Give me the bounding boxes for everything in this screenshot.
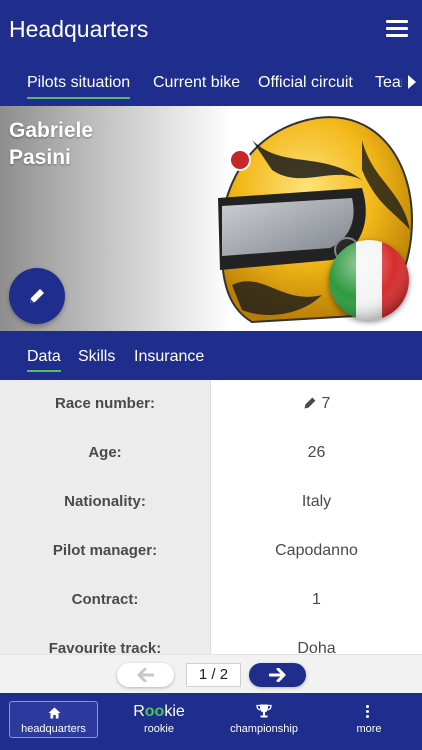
row-value: 26	[211, 429, 422, 478]
tab-current-bike[interactable]: Current bike	[153, 74, 240, 92]
nav-label: rookie	[144, 723, 174, 735]
row-label: Favourite track:	[0, 625, 211, 654]
race-number: 7	[321, 395, 331, 412]
pilot-name: Gabriele Pasini	[9, 117, 93, 171]
app-screen: Headquarters Pilots situation Current bi…	[0, 0, 422, 750]
row-value: 1	[211, 576, 422, 625]
page-title: Headquarters	[9, 16, 149, 42]
nav-rookie[interactable]: Rookie rookie	[118, 693, 200, 750]
italy-flag-icon	[329, 240, 409, 320]
edit-pilot-button[interactable]	[9, 268, 65, 324]
row-value: Italy	[211, 478, 422, 527]
top-tab-bar: Pilots situation Current bike Official c…	[0, 58, 422, 106]
table-row: Race number: 7	[0, 380, 422, 429]
table-row: Contract: 1	[0, 576, 422, 625]
pencil-icon	[304, 397, 315, 409]
pencil-icon	[30, 289, 44, 303]
row-label: Age:	[0, 429, 211, 478]
row-label: Pilot manager:	[0, 527, 211, 576]
nav-championship[interactable]: championship	[220, 693, 308, 750]
nav-more[interactable]: more	[330, 693, 408, 750]
race-number-value[interactable]: 7	[211, 380, 422, 429]
tab-insurance[interactable]: Insurance	[134, 348, 204, 366]
table-row: Nationality: Italy	[0, 478, 422, 527]
next-page-button[interactable]	[249, 663, 306, 687]
table-row: Pilot manager: Capodanno	[0, 527, 422, 576]
row-value: Doha	[211, 625, 422, 654]
arrow-left-icon	[137, 668, 154, 682]
table-row: Age: 26	[0, 429, 422, 478]
tab-data[interactable]: Data	[27, 348, 61, 372]
pilot-first-name: Gabriele	[9, 119, 94, 142]
row-value: Capodanno	[211, 527, 422, 576]
pilot-data-table: Race number: 7 Age: 26 Nationality: Ital…	[0, 380, 422, 654]
bottom-navigation: headquarters Rookie rookie championship …	[0, 693, 422, 750]
tab-pilots-situation[interactable]: Pilots situation	[27, 74, 131, 99]
tab-skills[interactable]: Skills	[78, 348, 115, 366]
tab-official-circuit[interactable]: Official circuit	[258, 74, 353, 92]
sub-tab-bar: Data Skills Insurance	[0, 331, 422, 380]
nav-label: more	[356, 723, 382, 735]
nav-label: headquarters	[21, 723, 86, 735]
home-icon	[48, 707, 61, 719]
pilot-last-name: Pasini	[9, 146, 71, 169]
previous-page-button[interactable]	[117, 663, 174, 687]
row-label: Contract:	[0, 576, 211, 625]
row-label: Race number:	[0, 380, 211, 429]
chevron-right-icon[interactable]	[402, 58, 422, 106]
pager: 1 / 2	[0, 654, 422, 693]
nav-headquarters[interactable]: headquarters	[9, 701, 98, 738]
table-row: Favourite track: Doha	[0, 625, 422, 654]
rookie-logo: Rookie	[133, 703, 185, 720]
app-header: Headquarters	[0, 0, 422, 58]
arrow-right-icon	[269, 668, 286, 682]
row-label: Nationality:	[0, 478, 211, 527]
pilot-hero: Gabriele Pasini	[0, 106, 422, 331]
hamburger-menu-icon[interactable]	[386, 20, 408, 38]
trophy-icon	[256, 704, 272, 718]
page-counter: 1 / 2	[186, 663, 241, 687]
vertical-dots-icon	[366, 705, 370, 720]
nav-label: championship	[230, 723, 298, 735]
